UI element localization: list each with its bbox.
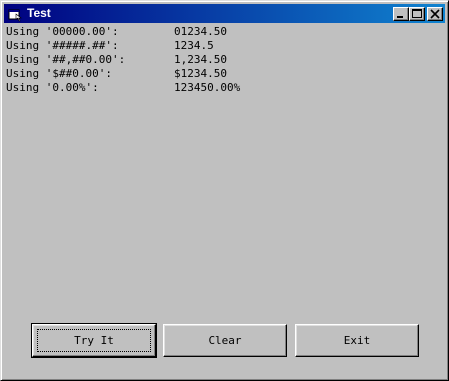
test-window: Test Using '00000.00': 01234.50 Using '#… xyxy=(0,0,449,381)
try-it-button[interactable]: Try It xyxy=(31,323,157,358)
window-title: Test xyxy=(27,6,51,20)
format-label: Using '0.00%': xyxy=(6,81,99,94)
output-row: Using '0.00%': 123450.00% xyxy=(6,81,386,95)
output-row: Using '00000.00': 01234.50 xyxy=(6,25,386,39)
format-label: Using '$##0.00': xyxy=(6,67,112,80)
minimize-icon xyxy=(397,16,403,18)
try-it-label: Try It xyxy=(74,334,114,347)
output-row: Using '#####.##': 1234.5 xyxy=(6,39,386,53)
close-icon xyxy=(430,9,440,19)
clear-label: Clear xyxy=(208,334,242,347)
format-label: Using '00000.00': xyxy=(6,25,119,38)
format-result: $1234.50 xyxy=(174,67,227,80)
format-output-area: Using '00000.00': 01234.50 Using '#####.… xyxy=(6,25,386,95)
format-result: 1234.5 xyxy=(174,39,214,52)
close-button[interactable] xyxy=(427,7,443,21)
format-result: 123450.00% xyxy=(174,81,241,94)
exit-button[interactable]: Exit xyxy=(295,324,419,357)
app-window-icon[interactable] xyxy=(7,6,23,22)
output-row: Using '$##0.00': $1234.50 xyxy=(6,67,386,81)
output-row: Using '##,##0.00': 1,234.50 xyxy=(6,53,386,67)
minimize-button[interactable] xyxy=(393,7,409,21)
clear-button[interactable]: Clear xyxy=(163,324,287,357)
maximize-icon xyxy=(412,9,422,18)
exit-label: Exit xyxy=(343,334,371,347)
format-result: 01234.50 xyxy=(174,25,227,38)
format-label: Using '##,##0.00': xyxy=(6,53,126,66)
maximize-button[interactable] xyxy=(409,7,425,21)
format-result: 1,234.50 xyxy=(174,53,227,66)
format-label: Using '#####.##': xyxy=(6,39,119,52)
title-bar[interactable]: Test xyxy=(4,4,445,23)
